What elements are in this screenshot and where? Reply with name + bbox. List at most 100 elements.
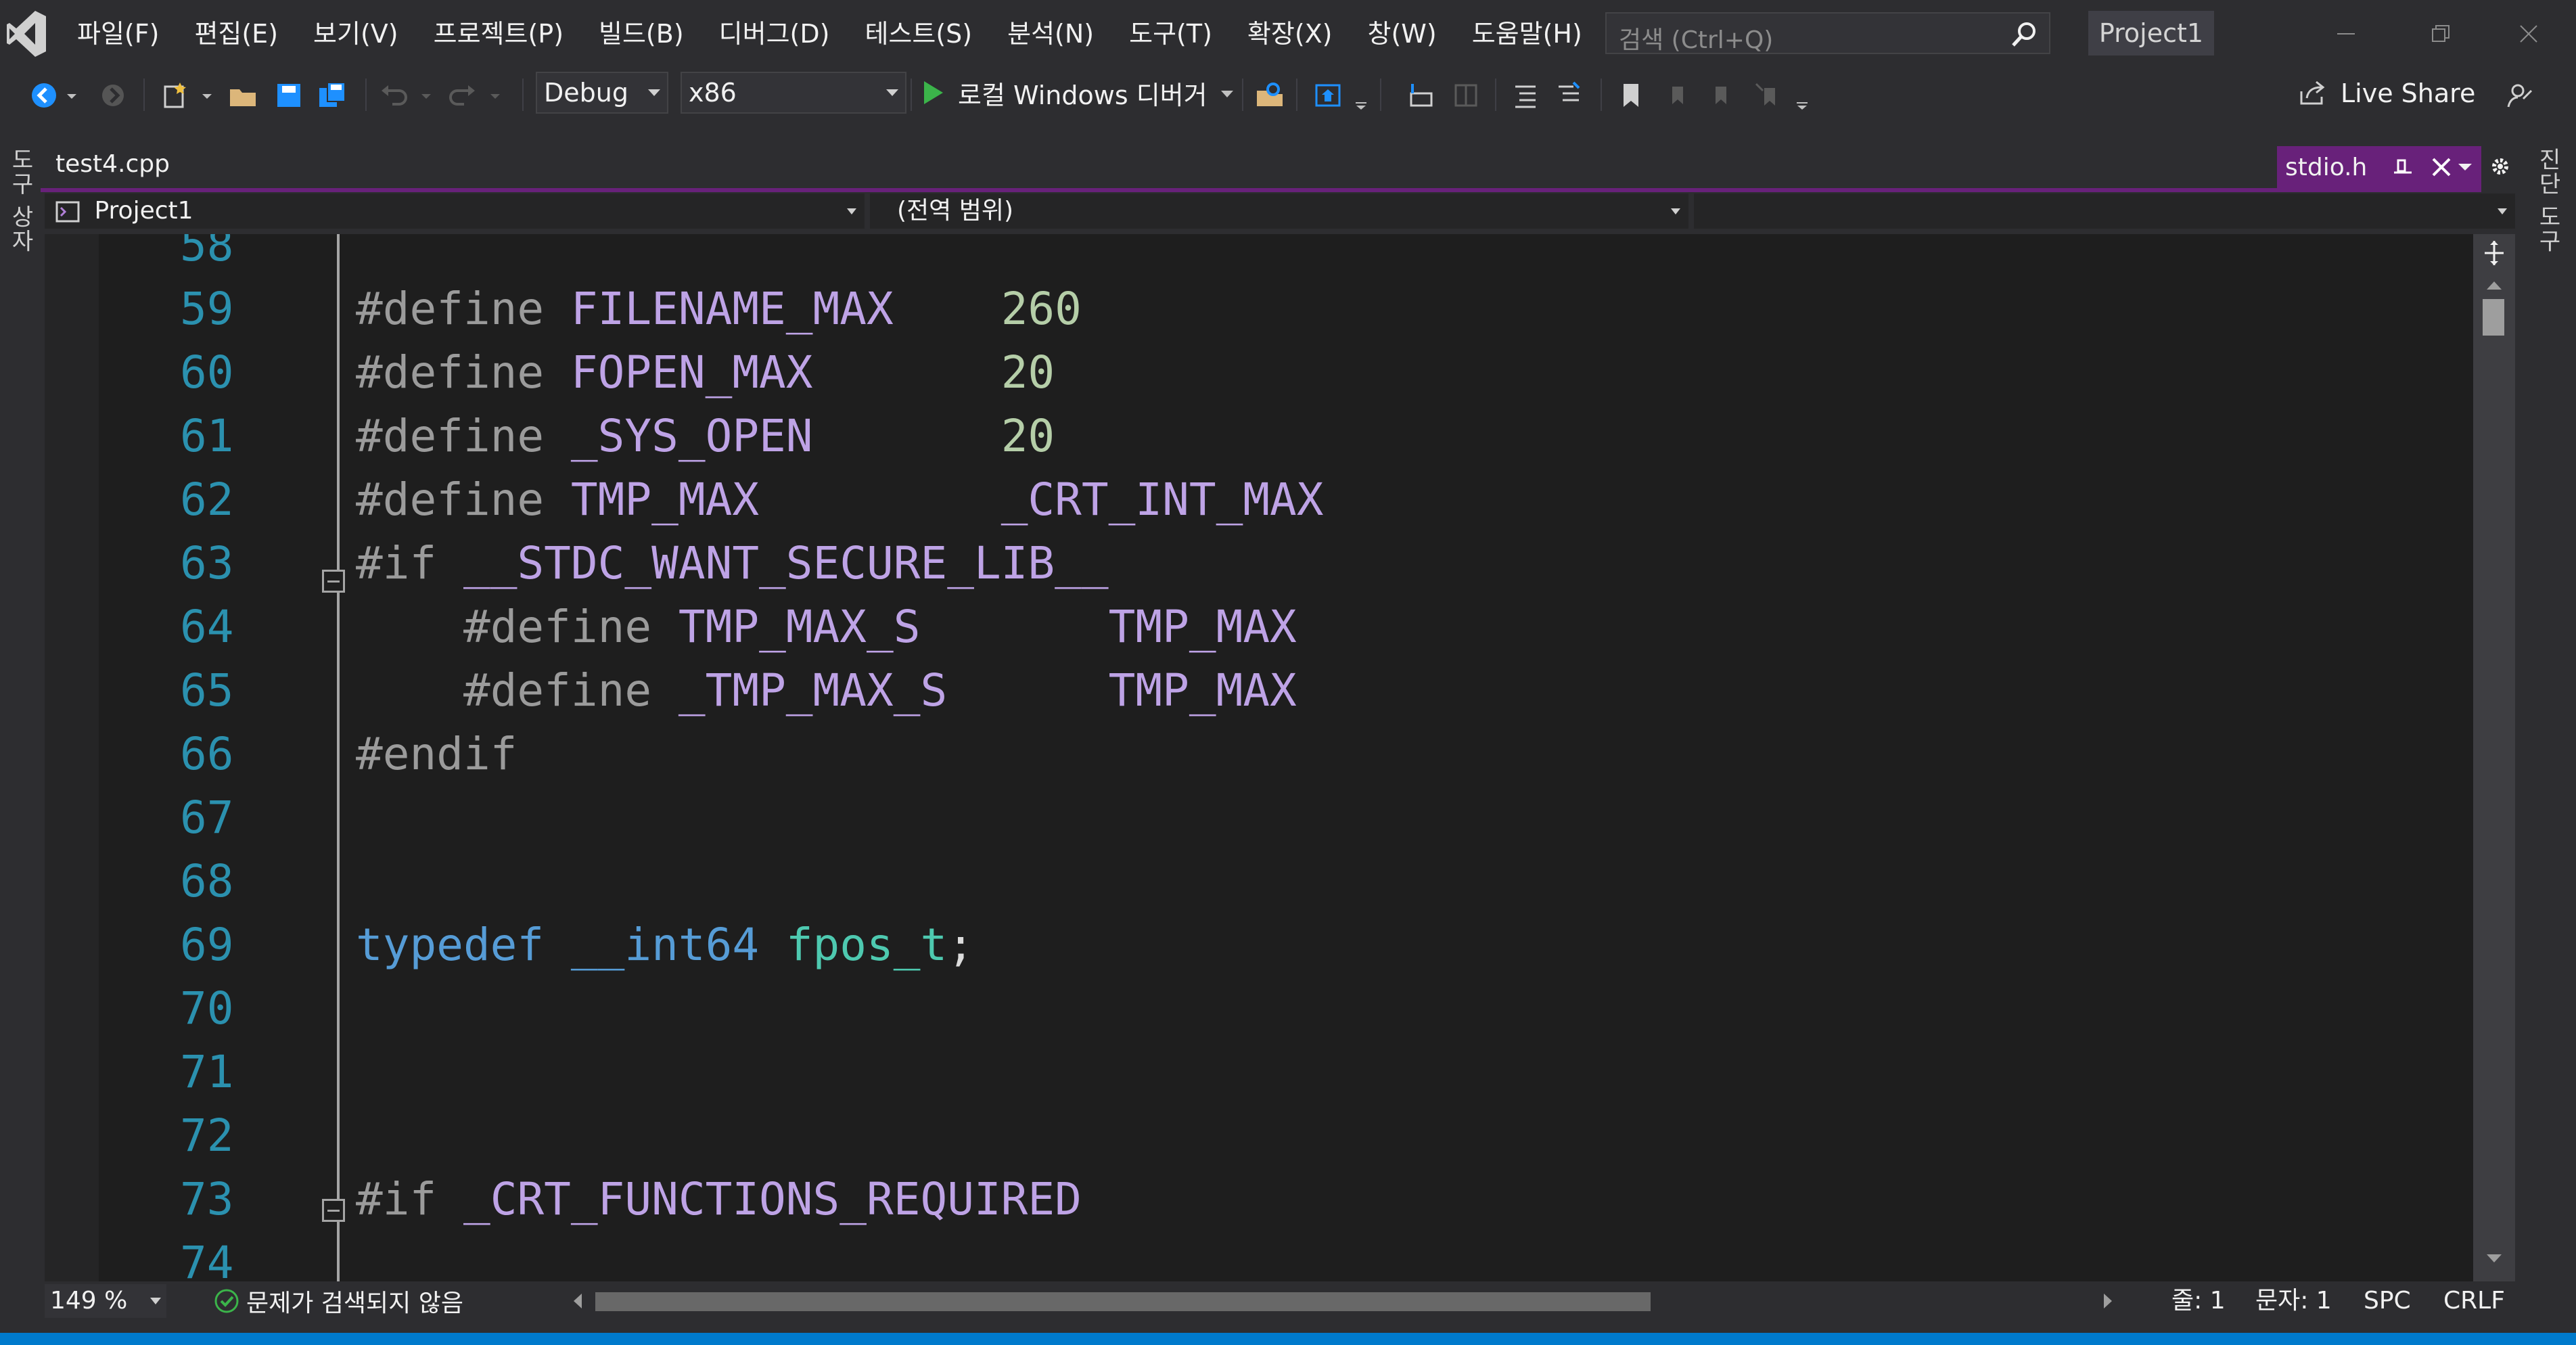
minimize-button[interactable] (2299, 0, 2393, 68)
line-number: 66 (180, 728, 234, 780)
member-dropdown[interactable] (1694, 193, 2515, 229)
restore-button[interactable] (2393, 0, 2488, 68)
chevron-down-icon[interactable] (200, 80, 214, 111)
line-indicator[interactable]: 줄: 1 (2171, 1284, 2226, 1318)
split-editor-icon[interactable] (2483, 240, 2506, 267)
code-line[interactable]: 61 #define _SYS_OPEN 20 (45, 405, 2345, 468)
code-line[interactable]: 69 typedef __int64 fpos_t; (45, 913, 2345, 977)
code-line[interactable]: 63 #if __STDC_WANT_SECURE_LIB__ (45, 532, 2345, 595)
code-line[interactable]: 72 (45, 1104, 2345, 1168)
chevron-down-icon[interactable] (65, 80, 78, 111)
collapse-region-icon[interactable] (322, 1199, 345, 1222)
code-line[interactable]: 60 #define FOPEN_MAX 20 (45, 341, 2345, 405)
feedback-icon[interactable] (2504, 80, 2535, 111)
line-number: 72 (180, 1110, 234, 1162)
char-indicator[interactable]: 문자: 1 (2255, 1284, 2332, 1318)
solution-explorer-icon[interactable] (1312, 80, 1343, 111)
bookmark-icon[interactable] (1615, 80, 1647, 111)
menu-test[interactable]: 테스트(S) (847, 0, 990, 68)
search-input[interactable]: 검색 (Ctrl+Q) (1605, 12, 2050, 54)
chevron-down-icon[interactable] (2456, 157, 2475, 176)
tab-stdio-h[interactable]: stdio.h (2277, 146, 2481, 188)
code-line[interactable]: 59 #define FILENAME_MAX 260 (45, 277, 2345, 341)
close-window-button[interactable] (2481, 0, 2576, 68)
code-line[interactable]: 62 #define TMP_MAX _CRT_INT_MAX (45, 468, 2345, 532)
menu-build[interactable]: 빌드(B) (581, 0, 702, 68)
menu-tools[interactable]: 도구(T) (1111, 0, 1230, 68)
code-line[interactable]: 70 (45, 977, 2345, 1041)
search-placeholder: 검색 (Ctrl+Q) (1619, 26, 1774, 54)
code-line[interactable]: 65 #define _TMP_MAX_S TMP_MAX (45, 659, 2345, 723)
undo-icon[interactable] (379, 80, 410, 111)
scroll-left-icon[interactable] (571, 1291, 584, 1311)
code-line[interactable]: 66 #endif (45, 723, 2345, 786)
vertical-scrollbar[interactable] (2473, 234, 2515, 1281)
chevron-down-icon[interactable] (419, 80, 433, 111)
menu-edit[interactable]: 편집(E) (177, 0, 296, 68)
menu-file[interactable]: 파일(F) (60, 0, 177, 68)
menu-extensions[interactable]: 확장(X) (1230, 0, 1350, 68)
code-line[interactable]: 73 #if _CRT_FUNCTIONS_REQUIRED (45, 1168, 2345, 1231)
code-line[interactable]: 68 (45, 850, 2345, 913)
close-tab-icon[interactable] (2429, 155, 2454, 179)
menu-project[interactable]: 프로젝트(P) (416, 0, 581, 68)
menu-help[interactable]: 도움말(H) (1454, 0, 1600, 68)
project-dropdown[interactable]: Project1 (45, 193, 865, 229)
menu-view[interactable]: 보기(V) (296, 0, 416, 68)
collapse-region-icon[interactable] (322, 570, 345, 593)
clear-bookmarks-icon[interactable] (1752, 80, 1783, 111)
live-share-button[interactable]: Live Share (2297, 73, 2475, 114)
forward-navigate-icon[interactable] (97, 80, 129, 111)
menu-window[interactable]: 창(W) (1350, 0, 1454, 68)
step-into-icon[interactable] (1406, 80, 1437, 111)
code-line[interactable]: 64 #define TMP_MAX_S TMP_MAX (45, 595, 2345, 659)
toggle-panel-icon[interactable] (1450, 80, 1481, 111)
redo-icon[interactable] (446, 80, 478, 111)
scroll-up-icon[interactable] (2485, 279, 2503, 292)
code-line[interactable]: 67 (45, 786, 2345, 850)
previous-bookmark-icon[interactable] (1661, 80, 1693, 111)
save-all-icon[interactable] (317, 80, 348, 111)
play-icon (924, 81, 943, 104)
scope-dropdown[interactable]: (전역 범위) (870, 193, 1688, 229)
new-project-icon[interactable] (160, 80, 191, 111)
line-number: 63 (180, 537, 234, 589)
back-navigate-icon[interactable] (28, 80, 60, 111)
zoom-dropdown[interactable]: 149 % (45, 1284, 166, 1318)
line-number: 74 (180, 1237, 234, 1281)
scroll-down-icon[interactable] (2485, 1252, 2503, 1265)
open-folder-icon[interactable] (227, 80, 258, 111)
comment-lines-icon[interactable] (1510, 80, 1541, 111)
next-bookmark-icon[interactable] (1705, 80, 1736, 111)
scroll-thumb[interactable] (2483, 299, 2504, 336)
diagnostic-tools-tab[interactable]: 진단 도구 (2531, 147, 2564, 254)
find-in-files-icon[interactable] (1254, 80, 1285, 111)
toolbar-overflow-icon[interactable] (1794, 80, 1810, 111)
platform-dropdown[interactable]: x86 (681, 72, 906, 114)
menu-analyze[interactable]: 분석(N) (990, 0, 1111, 68)
live-share-label: Live Share (2341, 78, 2476, 108)
whitespace-indicator[interactable]: SPC (2364, 1284, 2411, 1318)
project-icon (55, 201, 80, 223)
code-editor[interactable]: 58 59 #define FILENAME_MAX 260 60 #define FO… (45, 234, 2473, 1281)
save-icon[interactable] (273, 80, 304, 111)
scroll-right-icon[interactable] (2101, 1291, 2115, 1311)
line-ending-indicator[interactable]: CRLF (2443, 1284, 2505, 1318)
toolbox-tab[interactable]: 도구 상자 (4, 147, 37, 254)
uncomment-lines-icon[interactable] (1553, 80, 1584, 111)
code-line[interactable]: 58 (45, 234, 2345, 277)
chevron-down-icon[interactable] (488, 80, 502, 111)
menu-debug[interactable]: 디버그(D) (702, 0, 848, 68)
tab-test4-cpp[interactable]: test4.cpp (55, 150, 170, 178)
toolbar-overflow-icon[interactable] (1353, 80, 1369, 111)
chevron-down-icon (648, 89, 660, 96)
configuration-dropdown[interactable]: Debug (536, 72, 668, 114)
start-debugging-button[interactable]: 로컬 Windows 디버거 (921, 72, 1237, 114)
gear-icon[interactable] (2487, 153, 2514, 180)
keep-open-icon[interactable] (2391, 155, 2416, 179)
issues-indicator[interactable]: 문제가 검색되지 않음 (214, 1284, 463, 1318)
chevron-down-icon[interactable] (1217, 83, 1237, 103)
code-line[interactable]: 74 (45, 1231, 2345, 1281)
code-line[interactable]: 71 (45, 1041, 2345, 1104)
horizontal-scroll-thumb[interactable] (595, 1292, 1651, 1311)
